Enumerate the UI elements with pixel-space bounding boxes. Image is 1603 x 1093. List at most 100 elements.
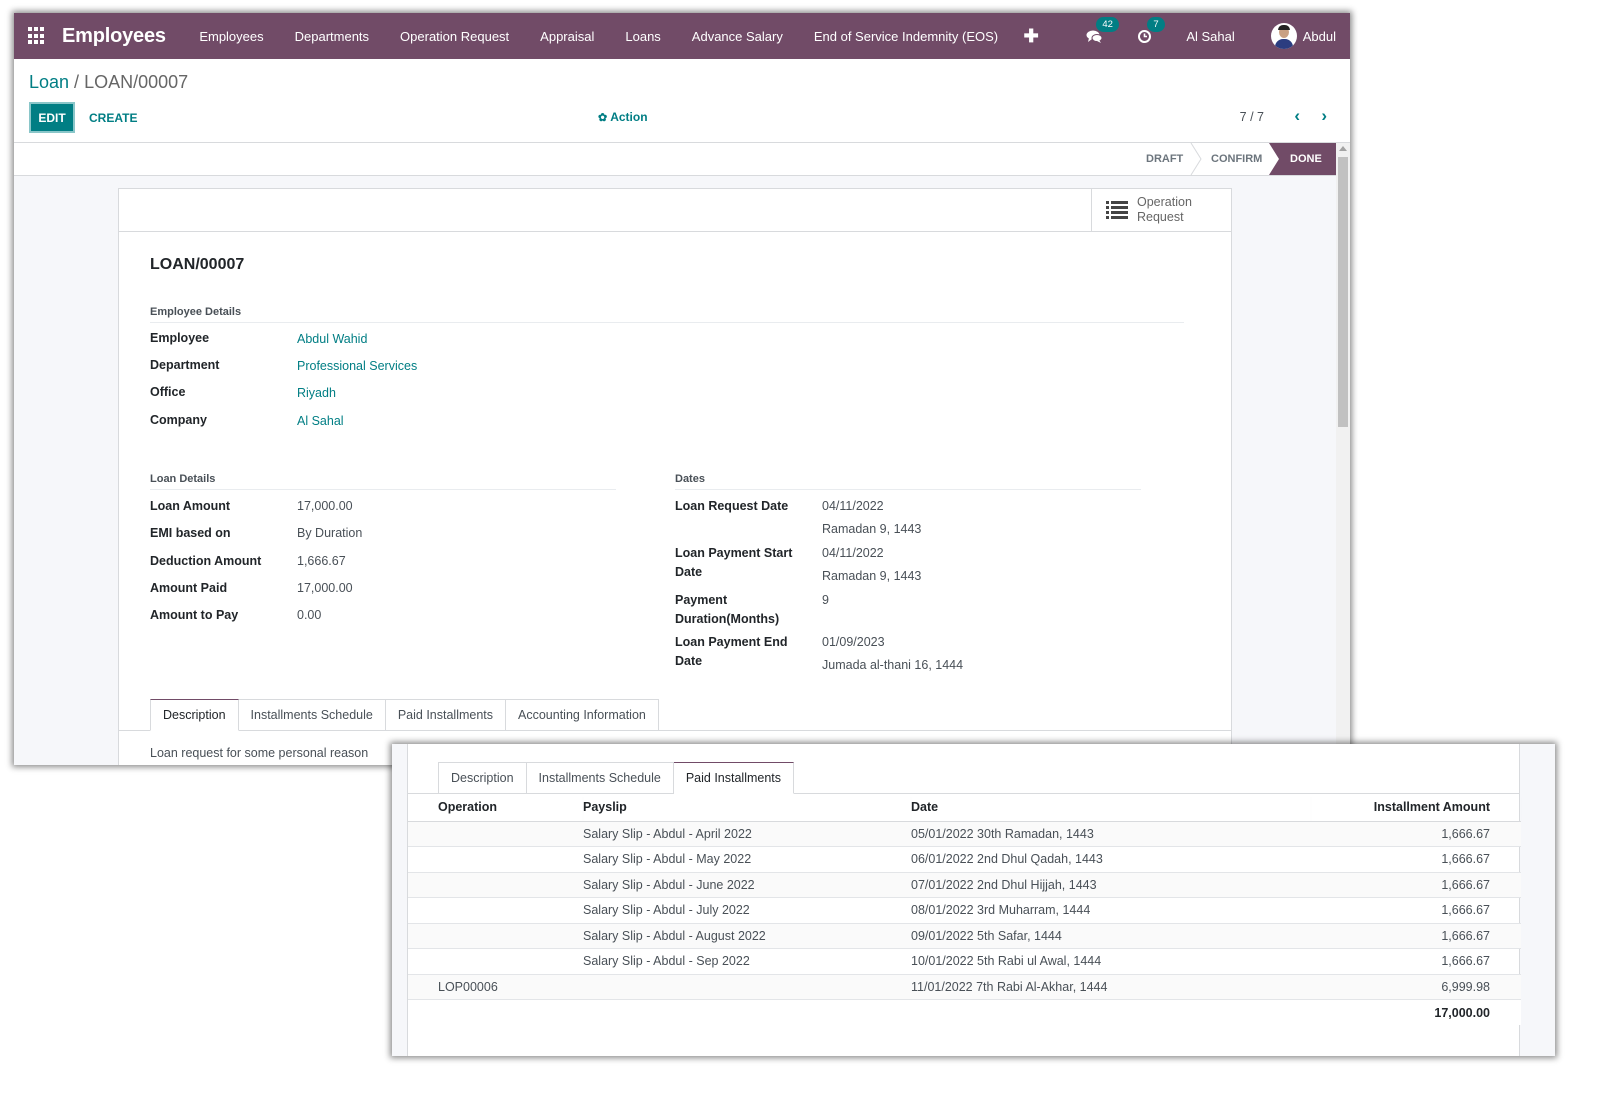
top-navbar: Employees Employees Departments Operatio… [14, 13, 1350, 59]
amount-to-pay-label: Amount to Pay [150, 608, 239, 622]
cell-date: 05/01/2022 30th Ramadan, 1443 [911, 821, 1311, 847]
nav-item-appraisal[interactable]: Appraisal [525, 29, 610, 44]
cell-operation [408, 923, 583, 949]
smart-button-label-line2: Request [1137, 210, 1184, 224]
amount-paid-label: Amount Paid [150, 581, 228, 595]
employee-value-link[interactable]: Abdul Wahid [297, 330, 367, 349]
cell-date: 08/01/2022 3rd Muharram, 1444 [911, 897, 1311, 924]
user-name: Abdul [1302, 28, 1336, 44]
plus-icon[interactable]: ✚ [1014, 26, 1049, 47]
nav-item-employees[interactable]: Employees [184, 29, 279, 44]
tab-installments-schedule[interactable]: Installments Schedule [238, 699, 386, 731]
deduction-amount-label: Deduction Amount [150, 554, 262, 568]
company-switcher[interactable]: Al Sahal [1186, 29, 1234, 44]
apps-grid-icon[interactable] [28, 27, 46, 45]
pager-value[interactable]: 7 / 7 [1240, 110, 1264, 124]
table-row[interactable]: Salary Slip - Abdul - April 2022 05/01/2… [408, 821, 1521, 847]
form-view: DRAFT CONFIRM DONE Operation Request LOA… [14, 143, 1350, 765]
nav-item-eos[interactable]: End of Service Indemnity (EOS) [798, 29, 1013, 44]
column-header-installment-amount[interactable]: Installment Amount [1311, 794, 1521, 822]
activities-button[interactable]: 7 [1137, 16, 1165, 44]
loan-request-date-value: 04/11/2022 [822, 499, 884, 513]
office-value-link[interactable]: Riyadh [297, 384, 336, 403]
edit-button[interactable]: EDIT [29, 102, 75, 133]
tab-description[interactable]: Description [150, 699, 239, 731]
payment-end-date-label: Loan Payment End Date [675, 635, 788, 668]
cell-amount: 1,666.67 [1311, 948, 1521, 975]
status-confirm[interactable]: CONFIRM [1211, 143, 1262, 175]
cell-operation [408, 846, 583, 873]
table-row[interactable]: Salary Slip - Abdul - Sep 2022 10/01/202… [408, 948, 1521, 975]
payment-start-date-hijri: Ramadan 9, 1443 [822, 569, 922, 583]
dates-title: Dates [675, 473, 1141, 490]
nav-item-departments[interactable]: Departments [279, 29, 384, 44]
table-row[interactable]: LOP00006 11/01/2022 7th Rabi Al-Akhar, 1… [408, 974, 1521, 1000]
column-header-date[interactable]: Date [911, 794, 1311, 822]
cell-date: 09/01/2022 5th Safar, 1444 [911, 923, 1311, 949]
operation-request-smart-button[interactable]: Operation Request [1091, 189, 1231, 231]
total-amount: 17,000.00 [1311, 999, 1521, 1025]
breadcrumb-current: LOAN/00007 [84, 72, 189, 92]
tab-paid-installments[interactable]: Paid Installments [385, 699, 507, 731]
scrollbar-thumb[interactable] [1338, 157, 1348, 427]
table-row[interactable]: Salary Slip - Abdul - August 2022 09/01/… [408, 923, 1521, 949]
company-value-link[interactable]: Al Sahal [297, 412, 344, 431]
user-menu[interactable]: Abdul [1270, 23, 1336, 49]
department-label: Department [150, 358, 220, 372]
form-sheet: Operation Request LOAN/00007 Employee De… [118, 188, 1232, 765]
cell-payslip [583, 974, 911, 1000]
gear-icon: ✿ [598, 111, 608, 124]
loan-amount-value: 17,000.00 [297, 499, 353, 513]
payment-end-date-hijri: Jumada al-thani 16, 1444 [822, 658, 964, 672]
loan-request-date-hijri: Ramadan 9, 1443 [822, 522, 922, 536]
cell-amount: 1,666.67 [1311, 821, 1521, 847]
overlay-tab-paid-installments[interactable]: Paid Installments [673, 762, 795, 794]
cell-payslip: Salary Slip - Abdul - July 2022 [583, 897, 911, 924]
amount-to-pay-value: 0.00 [297, 608, 322, 622]
column-header-operation[interactable]: Operation [408, 794, 583, 822]
payment-start-date-label: Loan Payment Start Date [675, 546, 793, 579]
cell-amount: 6,999.98 [1311, 974, 1521, 1000]
amount-paid-value: 17,000.00 [297, 581, 353, 595]
nav-item-advance-salary[interactable]: Advance Salary [676, 29, 798, 44]
tab-accounting-information[interactable]: Accounting Information [506, 699, 659, 731]
breadcrumb-separator: / [69, 72, 85, 92]
cell-amount: 1,666.67 [1311, 872, 1521, 898]
cell-amount: 1,666.67 [1311, 897, 1521, 924]
column-header-payslip[interactable]: Payslip [583, 794, 911, 822]
table-row[interactable]: Salary Slip - Abdul - July 2022 08/01/20… [408, 897, 1521, 924]
cell-date: 06/01/2022 2nd Dhul Qadah, 1443 [911, 846, 1311, 873]
chevron-left-icon[interactable]: ‹ [1294, 106, 1300, 126]
app-title[interactable]: Employees [62, 25, 166, 48]
action-dropdown[interactable]: ✿ Action [598, 110, 648, 124]
chevron-right-icon[interactable]: › [1321, 106, 1327, 126]
status-separator-icon [1190, 143, 1202, 175]
nav-item-operation-request[interactable]: Operation Request [385, 29, 525, 44]
vertical-scrollbar[interactable] [1336, 143, 1350, 765]
status-draft[interactable]: DRAFT [1146, 143, 1183, 175]
breadcrumb-parent-link[interactable]: Loan [29, 72, 69, 92]
cell-operation [408, 872, 583, 898]
cell-operation [408, 821, 583, 847]
messages-button[interactable]: 42 [1086, 16, 1119, 44]
table-row[interactable]: Salary Slip - Abdul - May 2022 06/01/202… [408, 846, 1521, 873]
create-button[interactable]: CREATE [89, 111, 137, 125]
nav-item-loans[interactable]: Loans [610, 29, 676, 44]
overlay-notebook-tabs: Description Installments Schedule Paid I… [438, 762, 795, 794]
cell-payslip: Salary Slip - Abdul - May 2022 [583, 846, 911, 873]
department-value-link[interactable]: Professional Services [297, 357, 417, 376]
breadcrumb: Loan / LOAN/00007 [29, 72, 188, 93]
status-done[interactable]: DONE [1269, 143, 1336, 175]
overlay-tab-installments-schedule[interactable]: Installments Schedule [526, 762, 674, 794]
notebook-tabs: Description Installments Schedule Paid I… [150, 699, 659, 731]
paid-installments-overlay: Description Installments Schedule Paid I… [392, 744, 1555, 1056]
messages-count-badge: 42 [1096, 16, 1119, 32]
cell-payslip: Salary Slip - Abdul - August 2022 [583, 923, 911, 949]
overlay-tab-description[interactable]: Description [438, 762, 527, 794]
main-window: Employees Employees Departments Operatio… [14, 13, 1350, 765]
scroll-up-arrow-icon[interactable] [1339, 146, 1347, 151]
table-row[interactable]: Salary Slip - Abdul - June 2022 07/01/20… [408, 872, 1521, 898]
office-label: Office [150, 385, 186, 399]
cell-date: 11/01/2022 7th Rabi Al-Akhar, 1444 [911, 974, 1311, 1000]
description-text: Loan request for some personal reason [150, 746, 369, 760]
